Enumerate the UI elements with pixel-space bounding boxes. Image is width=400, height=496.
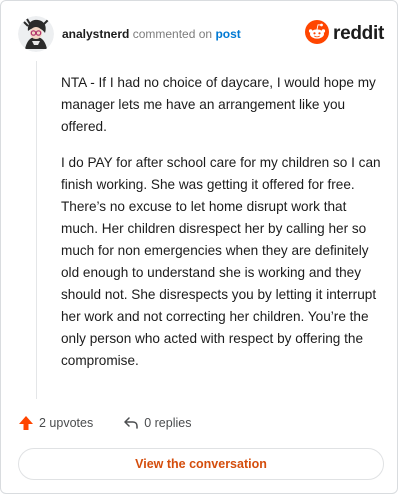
upvote-arrow-icon bbox=[18, 415, 34, 431]
comment-meta: analystnerd commented on post bbox=[62, 26, 241, 42]
reddit-wordmark: reddit bbox=[333, 23, 384, 44]
avatar[interactable] bbox=[18, 16, 54, 52]
upvote-button[interactable]: 2 upvotes bbox=[18, 415, 93, 431]
username[interactable]: analystnerd bbox=[62, 27, 129, 41]
reddit-logo-icon bbox=[305, 19, 330, 49]
comment-actions: 2 upvotes 0 replies bbox=[18, 413, 191, 433]
upvote-count: 2 upvotes bbox=[39, 416, 94, 430]
comment-paragraph: I do PAY for after school care for my ch… bbox=[61, 155, 381, 368]
commented-on-text: commented on bbox=[132, 27, 213, 41]
view-conversation-label: View the conversation bbox=[135, 457, 267, 471]
comment-header: analystnerd commented on post reddit bbox=[18, 16, 384, 56]
post-link[interactable]: post bbox=[215, 27, 240, 41]
reply-icon bbox=[123, 415, 139, 431]
reddit-logo[interactable]: reddit bbox=[305, 19, 384, 49]
comment-paragraph: NTA - If I had no choice of daycare, I w… bbox=[61, 75, 376, 134]
embedded-comment-card: analystnerd commented on post reddit NTA… bbox=[0, 0, 398, 494]
comment-body: NTA - If I had no choice of daycare, I w… bbox=[61, 72, 386, 386]
view-conversation-button[interactable]: View the conversation bbox=[18, 448, 384, 480]
reply-count: 0 replies bbox=[144, 416, 192, 430]
replies-button[interactable]: 0 replies bbox=[123, 415, 191, 431]
thread-line bbox=[36, 61, 37, 399]
